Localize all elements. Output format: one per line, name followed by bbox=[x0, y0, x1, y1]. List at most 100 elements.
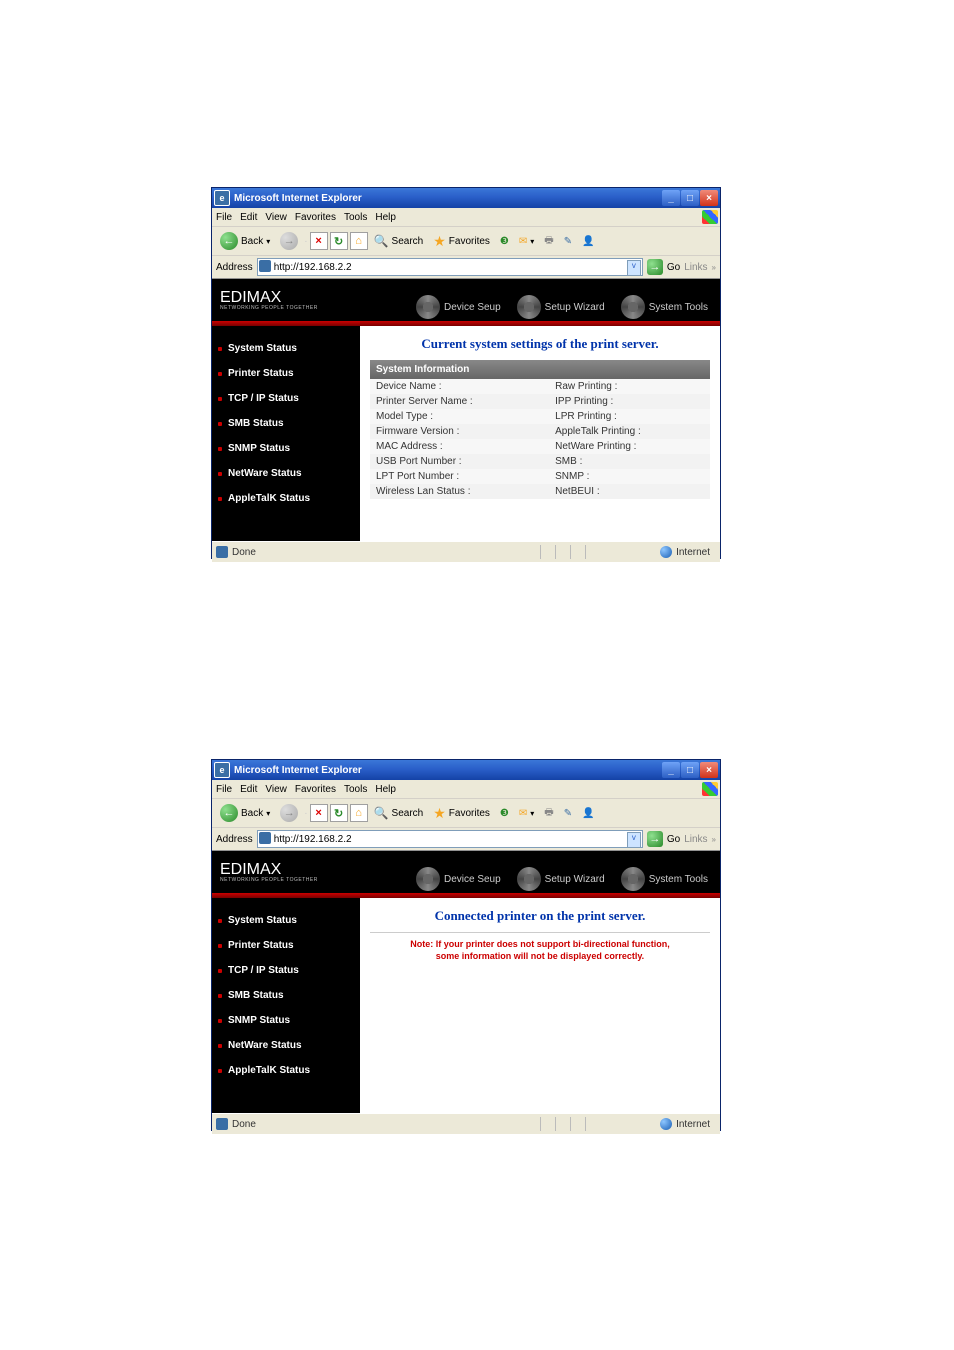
messenger-button[interactable]: 👤 bbox=[578, 806, 598, 821]
sidebar-item-netware-status[interactable]: NetWare Status bbox=[212, 1033, 360, 1058]
menu-favorites[interactable]: Favorites bbox=[295, 784, 336, 795]
menu-help[interactable]: Help bbox=[375, 212, 396, 223]
sidebar-item-smb-status[interactable]: SMB Status bbox=[212, 983, 360, 1008]
menu-edit[interactable]: Edit bbox=[240, 784, 257, 795]
logo-subtext: NETWORKING PEOPLE TOGETHER bbox=[220, 878, 318, 883]
page-content: EDIMAX NETWORKING PEOPLE TOGETHER Device… bbox=[212, 279, 720, 541]
search-button[interactable]: 🔍 Search bbox=[370, 804, 428, 822]
home-button[interactable]: ⌂ bbox=[350, 232, 368, 250]
menu-view[interactable]: View bbox=[265, 784, 287, 795]
sidebar-item-snmp-status[interactable]: SNMP Status bbox=[212, 436, 360, 461]
close-button[interactable]: × bbox=[700, 190, 718, 206]
mail-button[interactable]: ✉▾ bbox=[515, 806, 538, 821]
close-button[interactable]: × bbox=[700, 762, 718, 778]
windows-flag-icon bbox=[702, 782, 718, 796]
tab-device-setup[interactable]: Device Seup bbox=[408, 293, 509, 321]
history-button[interactable]: ❸ bbox=[496, 806, 513, 821]
mail-button[interactable]: ✉▾ bbox=[515, 234, 538, 249]
zone-label: Internet bbox=[676, 1119, 710, 1130]
menu-favorites[interactable]: Favorites bbox=[295, 212, 336, 223]
status-text: Done bbox=[232, 1119, 256, 1130]
chevron-icon[interactable]: » bbox=[712, 263, 716, 272]
minimize-button[interactable]: _ bbox=[662, 190, 680, 206]
go-label: Go bbox=[667, 834, 680, 845]
menu-tools[interactable]: Tools bbox=[344, 212, 367, 223]
search-label: Search bbox=[392, 236, 424, 247]
go-button[interactable]: → bbox=[647, 831, 663, 847]
page-icon bbox=[259, 260, 271, 272]
gear-icon bbox=[621, 867, 645, 891]
tab-setup-wizard[interactable]: Setup Wizard bbox=[509, 865, 613, 893]
sidebar-item-system-status[interactable]: System Status bbox=[212, 908, 360, 933]
address-label: Address bbox=[216, 262, 253, 273]
print-button[interactable]: 🖶 bbox=[540, 231, 557, 252]
address-dropdown-icon[interactable]: v bbox=[627, 260, 641, 276]
sidebar-item-tcpip-status[interactable]: TCP / IP Status bbox=[212, 958, 360, 983]
chevron-icon[interactable]: » bbox=[712, 835, 716, 844]
sidebar-item-tcpip-status[interactable]: TCP / IP Status bbox=[212, 386, 360, 411]
sidebar-item-system-status[interactable]: System Status bbox=[212, 336, 360, 361]
home-button[interactable]: ⌂ bbox=[350, 804, 368, 822]
tab-device-setup[interactable]: Device Seup bbox=[408, 865, 509, 893]
titlebar: e Microsoft Internet Explorer _ □ × bbox=[212, 760, 720, 780]
cell-firmware-version: Firmware Version : bbox=[370, 424, 549, 439]
search-button[interactable]: 🔍 Search bbox=[370, 232, 428, 250]
menu-edit[interactable]: Edit bbox=[240, 212, 257, 223]
search-icon: 🔍 bbox=[374, 806, 389, 820]
refresh-button[interactable]: ↻ bbox=[330, 232, 348, 250]
window-title: Microsoft Internet Explorer bbox=[234, 193, 362, 204]
sidebar-item-printer-status[interactable]: Printer Status bbox=[212, 361, 360, 386]
refresh-button[interactable]: ↻ bbox=[330, 804, 348, 822]
menu-help[interactable]: Help bbox=[375, 784, 396, 795]
page-content: EDIMAX NETWORKING PEOPLE TOGETHER Device… bbox=[212, 851, 720, 1113]
menubar: File Edit View Favorites Tools Help bbox=[212, 780, 720, 799]
zone-label: Internet bbox=[676, 547, 710, 558]
menu-file[interactable]: File bbox=[216, 784, 232, 795]
sidebar-item-printer-status[interactable]: Printer Status bbox=[212, 933, 360, 958]
edimax-logo: EDIMAX NETWORKING PEOPLE TOGETHER bbox=[212, 290, 318, 311]
tab-system-tools[interactable]: System Tools bbox=[613, 293, 716, 321]
address-dropdown-icon[interactable]: v bbox=[627, 832, 641, 848]
minimize-button[interactable]: _ bbox=[662, 762, 680, 778]
print-button[interactable]: 🖶 bbox=[540, 803, 557, 824]
address-input[interactable] bbox=[257, 830, 643, 848]
favorites-button[interactable]: ★ Favorites bbox=[429, 803, 494, 824]
stop-button[interactable]: × bbox=[310, 232, 328, 250]
divider bbox=[370, 932, 710, 933]
sidebar-item-smb-status[interactable]: SMB Status bbox=[212, 411, 360, 436]
address-label: Address bbox=[216, 834, 253, 845]
menu-file[interactable]: File bbox=[216, 212, 232, 223]
edimax-header: EDIMAX NETWORKING PEOPLE TOGETHER Device… bbox=[212, 279, 720, 321]
forward-button[interactable]: → bbox=[276, 802, 302, 824]
stop-button[interactable]: × bbox=[310, 804, 328, 822]
sidebar-item-appletalk-status[interactable]: AppleTalK Status bbox=[212, 1058, 360, 1083]
menu-tools[interactable]: Tools bbox=[344, 784, 367, 795]
back-button[interactable]: ← Back ▾ bbox=[216, 802, 274, 824]
window-title: Microsoft Internet Explorer bbox=[234, 765, 362, 776]
menu-view[interactable]: View bbox=[265, 212, 287, 223]
maximize-button[interactable]: □ bbox=[681, 762, 699, 778]
messenger-button[interactable]: 👤 bbox=[578, 234, 598, 249]
history-button[interactable]: ❸ bbox=[496, 234, 513, 249]
edit-button[interactable]: ✎ bbox=[560, 234, 576, 249]
dropdown-icon: ▾ bbox=[266, 237, 270, 246]
maximize-button[interactable]: □ bbox=[681, 190, 699, 206]
back-button[interactable]: ← Back ▾ bbox=[216, 230, 274, 252]
edit-button[interactable]: ✎ bbox=[560, 806, 576, 821]
cell-wireless-status: Wireless Lan Status : bbox=[370, 484, 549, 499]
favorites-button[interactable]: ★ Favorites bbox=[429, 231, 494, 252]
back-label: Back bbox=[241, 808, 263, 819]
tab-setup-wizard[interactable]: Setup Wizard bbox=[509, 293, 613, 321]
sidebar-item-netware-status[interactable]: NetWare Status bbox=[212, 461, 360, 486]
forward-button[interactable]: → bbox=[276, 230, 302, 252]
sidebar-item-snmp-status[interactable]: SNMP Status bbox=[212, 1008, 360, 1033]
history-icon: ❸ bbox=[500, 236, 509, 247]
toolbar: ← Back ▾ → · × ↻ ⌂ 🔍 Search ★ Favorites … bbox=[212, 227, 720, 256]
address-input[interactable] bbox=[257, 258, 643, 276]
sidebar-item-appletalk-status[interactable]: AppleTalK Status bbox=[212, 486, 360, 511]
tab-system-tools[interactable]: System Tools bbox=[613, 865, 716, 893]
go-button[interactable]: → bbox=[647, 259, 663, 275]
forward-icon: → bbox=[280, 232, 298, 250]
links-label[interactable]: Links bbox=[684, 834, 707, 845]
links-label[interactable]: Links bbox=[684, 262, 707, 273]
